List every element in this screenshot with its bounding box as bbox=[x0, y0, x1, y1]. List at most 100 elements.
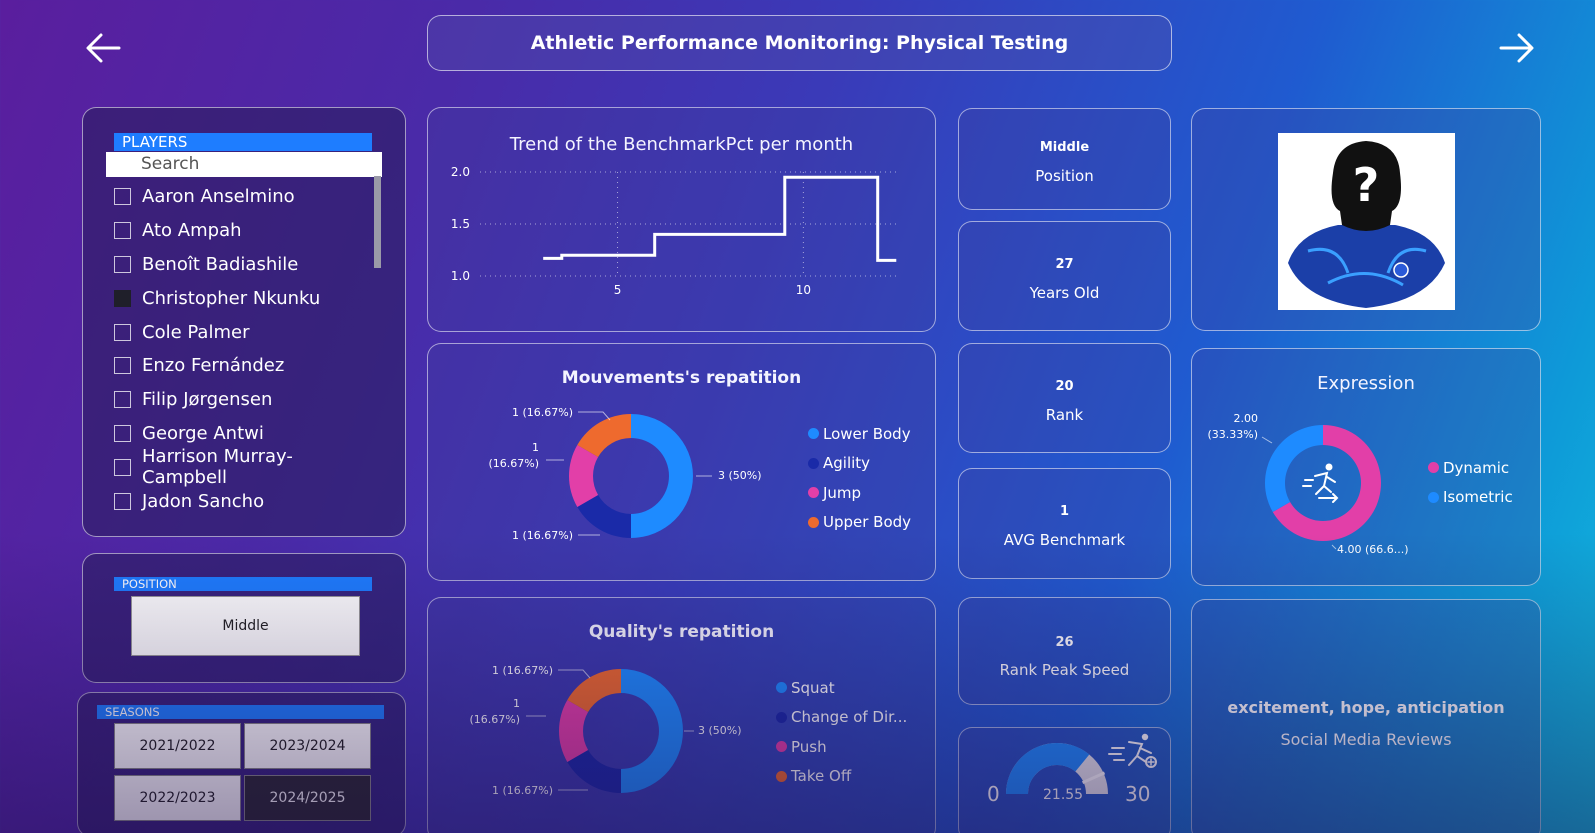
gauge-value-label: 21.55 bbox=[1043, 787, 1084, 803]
legend-label: Change of Dir... bbox=[791, 708, 908, 727]
season-2023-2024[interactable]: 2023/2024 bbox=[244, 723, 371, 769]
player-photo: ? bbox=[1278, 133, 1455, 310]
legend-swatch bbox=[808, 516, 819, 528]
player-checkbox[interactable] bbox=[114, 255, 131, 273]
kpi-avg-benchmark-value: 1 bbox=[1059, 504, 1070, 519]
donut-data-label: (16.67%) bbox=[469, 713, 520, 726]
search-input[interactable]: Search bbox=[106, 152, 382, 177]
legend-item[interactable]: Jump bbox=[808, 478, 911, 508]
legend-swatch bbox=[1428, 462, 1439, 474]
position-option[interactable]: Middle bbox=[131, 596, 360, 656]
legend-swatch bbox=[776, 711, 787, 723]
kpi-avg-benchmark-label: AVG Benchmark bbox=[1003, 531, 1126, 549]
quality-legend: Squat Change of Dir... Push Take Off bbox=[776, 673, 907, 791]
donut-slice bbox=[631, 414, 693, 538]
player-checkbox[interactable] bbox=[114, 391, 131, 409]
seasons-header: SEASONS bbox=[97, 705, 384, 719]
speed-gauge-card: 0 21.55 30 bbox=[958, 727, 1171, 833]
legend-item[interactable]: Isometric bbox=[1428, 483, 1513, 513]
donut-data-label: 4.00 (66.6...) bbox=[1337, 543, 1409, 556]
legend-swatch bbox=[776, 682, 787, 694]
kpi-position-label: Position bbox=[1035, 167, 1094, 185]
trend-y-tick: 1.5 bbox=[451, 217, 470, 231]
kpi-position-card: Middle Position bbox=[958, 108, 1171, 210]
player-name: Benoît Badiashile bbox=[142, 253, 299, 275]
legend-label: Jump bbox=[823, 483, 862, 502]
kpi-rank-value: 20 bbox=[1055, 379, 1074, 394]
legend-item[interactable]: Agility bbox=[808, 449, 911, 479]
legend-label: Dynamic bbox=[1443, 458, 1510, 477]
player-name: George Antwi bbox=[142, 422, 264, 444]
page-title: Athletic Performance Monitoring: Physica… bbox=[427, 15, 1172, 71]
legend-label: Squat bbox=[791, 678, 835, 697]
season-2022-2023[interactable]: 2022/2023 bbox=[114, 775, 241, 821]
legend-label: Agility bbox=[823, 454, 871, 473]
donut-leader-line bbox=[578, 411, 611, 421]
social-reviews-label: Social Media Reviews bbox=[1280, 730, 1452, 749]
legend-item[interactable]: Take Off bbox=[776, 762, 907, 792]
player-item[interactable]: Aaron Anselmino bbox=[114, 180, 376, 214]
gauge-min-label: 0 bbox=[987, 782, 1000, 806]
player-name: Cole Palmer bbox=[142, 321, 250, 343]
kpi-age-card: 27 Years Old bbox=[958, 221, 1171, 331]
quality-chart-card: Quality's repatition 3 (50%) 1 (16.67%) 1(… bbox=[427, 597, 936, 833]
player-checkbox[interactable] bbox=[114, 222, 131, 240]
svg-text:?: ? bbox=[1353, 158, 1380, 212]
legend-label: Lower Body bbox=[823, 424, 911, 443]
player-name: Christopher Nkunku bbox=[142, 287, 321, 309]
kpi-position-value: Middle bbox=[1039, 140, 1090, 155]
movements-chart-card: Mouvements's repatition 3 (50%) 1 (16.67%… bbox=[427, 343, 936, 581]
donut-data-label: 2.00 bbox=[1234, 412, 1259, 425]
player-checkbox[interactable] bbox=[114, 492, 131, 510]
legend-label: Isometric bbox=[1443, 488, 1513, 507]
player-checkbox[interactable] bbox=[114, 323, 131, 341]
player-name: Aaron Anselmino bbox=[142, 186, 295, 208]
player-item[interactable]: Enzo Fernández bbox=[114, 349, 376, 383]
trend-x-tick: 10 bbox=[796, 283, 811, 297]
kpi-rank-label: Rank bbox=[1045, 406, 1084, 424]
player-item[interactable]: Filip Jørgensen bbox=[114, 383, 376, 417]
player-item[interactable]: Christopher Nkunku bbox=[114, 281, 376, 315]
player-item[interactable]: Harrison Murray-Campbell bbox=[114, 446, 376, 488]
trend-series-line bbox=[543, 175, 897, 262]
players-header: PLAYERS bbox=[114, 133, 372, 151]
legend-item[interactable]: Change of Dir... bbox=[776, 703, 907, 733]
sprinter-icon bbox=[1108, 733, 1157, 768]
donut-slice bbox=[1265, 425, 1323, 512]
legend-swatch bbox=[808, 428, 819, 440]
legend-swatch bbox=[776, 741, 787, 753]
player-checkbox[interactable] bbox=[114, 188, 131, 206]
trend-y-tick: 1.0 bbox=[451, 269, 470, 283]
player-item[interactable]: Ato Ampah bbox=[114, 214, 376, 248]
kpi-age-label: Years Old bbox=[1029, 284, 1100, 302]
legend-item[interactable]: Lower Body bbox=[808, 419, 911, 449]
donut-slice bbox=[621, 669, 683, 793]
legend-swatch bbox=[808, 487, 819, 499]
running-figure-icon bbox=[1302, 463, 1339, 503]
legend-item[interactable]: Upper Body bbox=[808, 508, 911, 538]
back-arrow-icon[interactable] bbox=[83, 28, 123, 68]
legend-swatch bbox=[808, 457, 819, 469]
legend-swatch bbox=[1428, 491, 1439, 503]
season-2024-2025[interactable]: 2024/2025 bbox=[244, 775, 371, 821]
trend-y-tick: 2.0 bbox=[451, 165, 470, 179]
player-item[interactable]: Jadon Sancho bbox=[114, 484, 376, 518]
forward-arrow-icon[interactable] bbox=[1497, 28, 1537, 68]
season-2021-2022[interactable]: 2021/2022 bbox=[114, 723, 241, 769]
donut-leader-line bbox=[1331, 544, 1337, 550]
player-checkbox[interactable] bbox=[114, 458, 131, 476]
legend-item[interactable]: Push bbox=[776, 732, 907, 762]
player-item[interactable]: Cole Palmer bbox=[114, 315, 376, 349]
players-list: Aaron Anselmino Ato Ampah Benoît Badiashil… bbox=[114, 180, 376, 518]
player-checkbox[interactable] bbox=[114, 424, 131, 442]
page-title-text: Athletic Performance Monitoring: Physica… bbox=[530, 32, 1069, 54]
donut-data-label: 1 (16.67%) bbox=[512, 406, 573, 419]
player-item[interactable]: Benoît Badiashile bbox=[114, 248, 376, 282]
legend-item[interactable]: Squat bbox=[776, 673, 907, 703]
gauge-max-label: 30 bbox=[1125, 782, 1151, 806]
legend-item[interactable]: Dynamic bbox=[1428, 453, 1513, 483]
player-checkbox[interactable] bbox=[114, 357, 131, 375]
movements-legend: Lower Body Agility Jump Upper Body bbox=[808, 419, 911, 537]
player-checkbox[interactable] bbox=[114, 289, 131, 307]
legend-label: Push bbox=[791, 737, 827, 756]
